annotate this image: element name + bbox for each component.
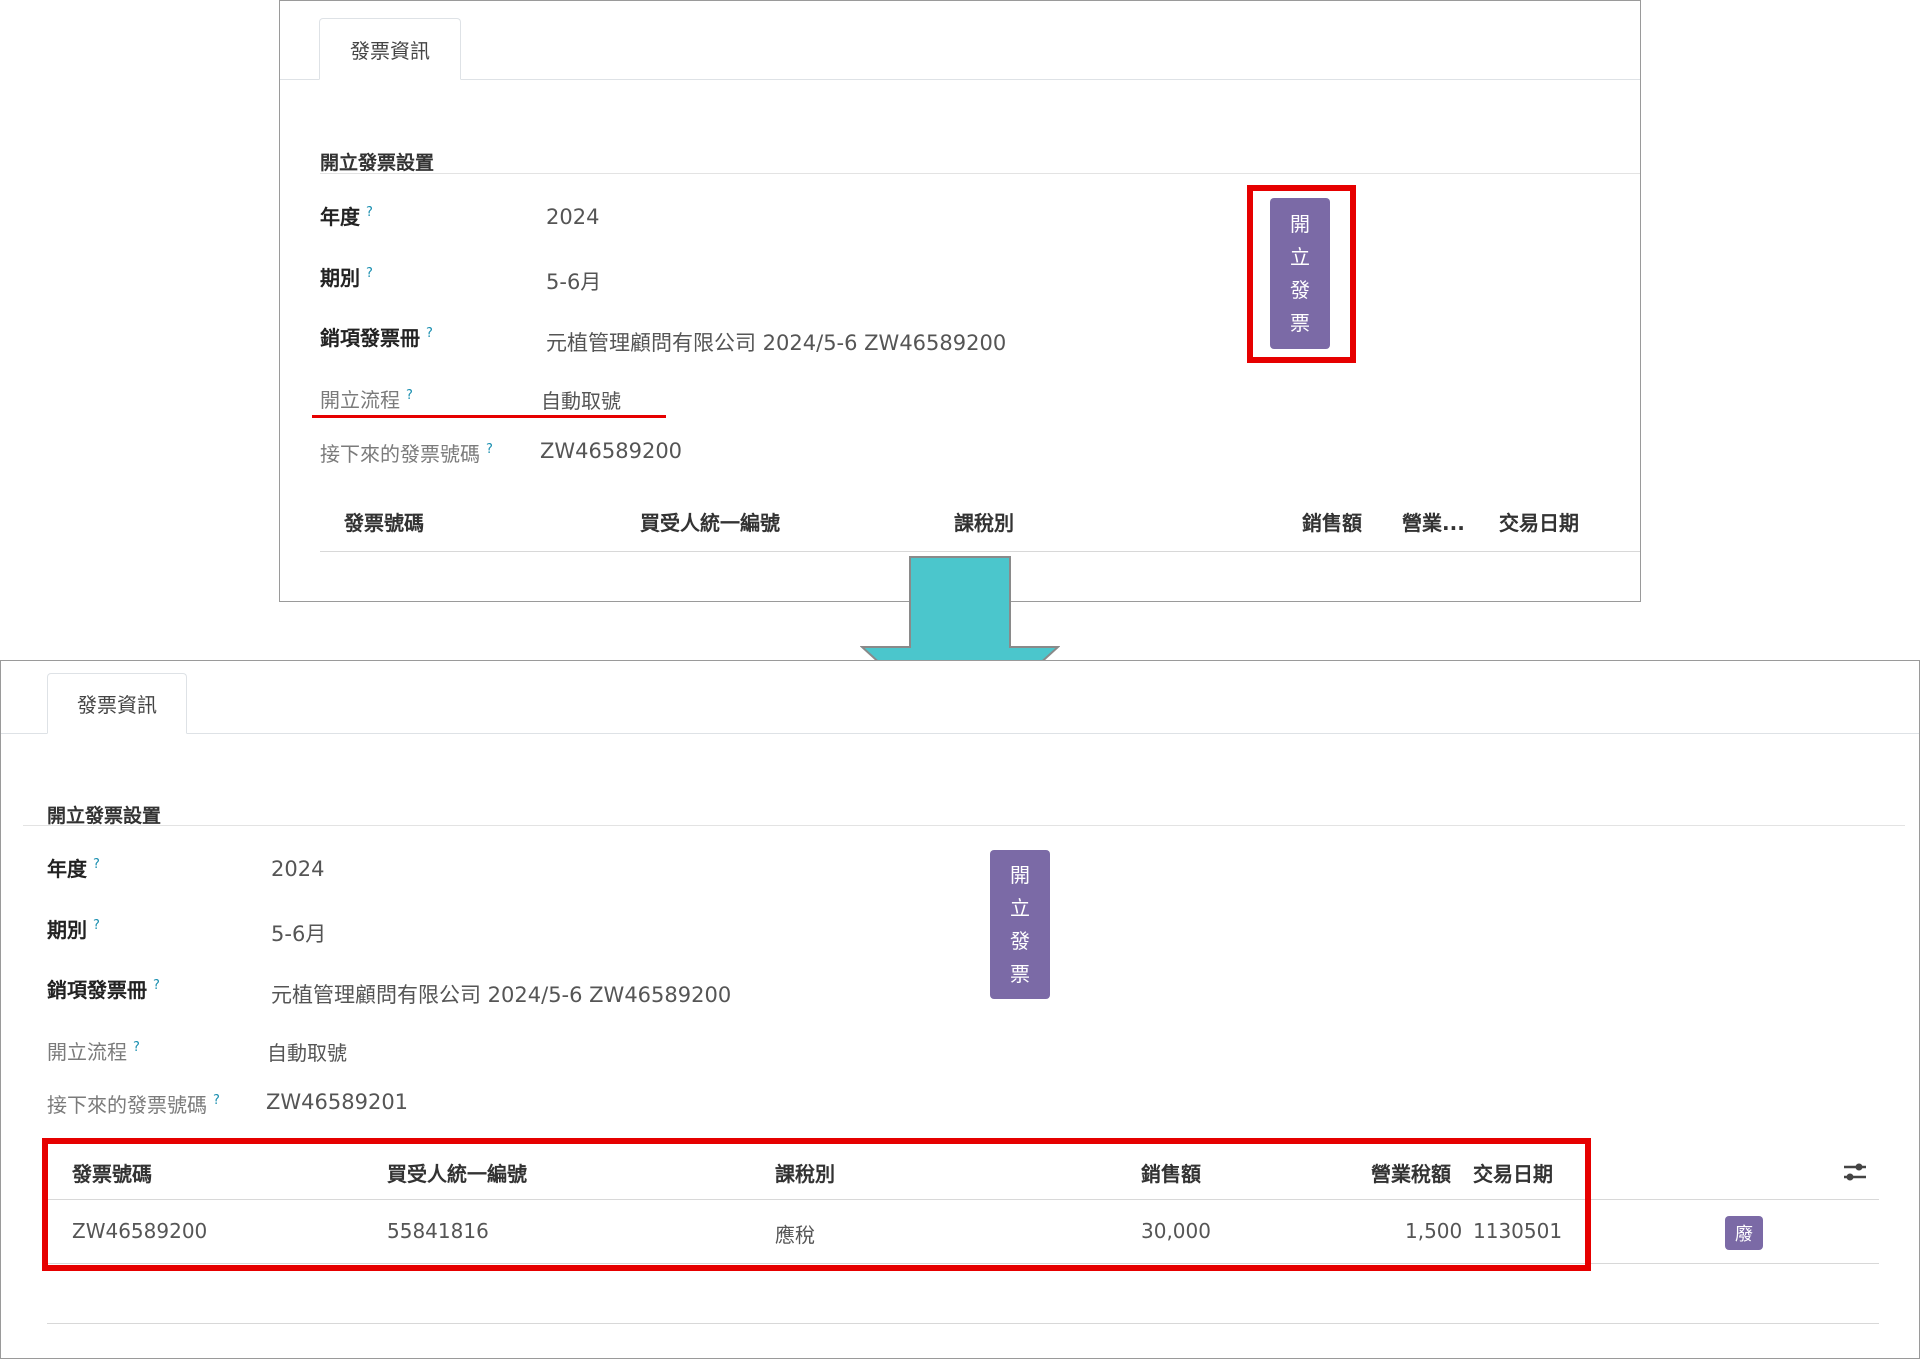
before-flow-label-text: 開立流程 <box>320 388 400 412</box>
before-year-label: 年度? <box>320 201 373 230</box>
after-issue-invoice-button[interactable]: 開 立 發 票 <box>990 850 1050 999</box>
after-issue-button-char-2: 立 <box>1010 895 1030 920</box>
before-book-help-icon[interactable]: ? <box>426 326 433 341</box>
before-flow-label: 開立流程? <box>320 384 413 413</box>
after-next-no-label-text: 接下來的發票號碼 <box>47 1093 207 1117</box>
after-section-title: 開立發票設置 <box>47 805 162 827</box>
before-period-label: 期別? <box>320 262 373 291</box>
before-th-invoice-no[interactable]: 發票號碼 <box>344 507 424 536</box>
after-tab-bar <box>1 661 1919 734</box>
before-next-no-label: 接下來的發票號碼? <box>320 438 493 467</box>
before-section-title: 開立發票設置 <box>320 152 435 174</box>
optional-columns-toggle-icon[interactable] <box>1842 1160 1868 1184</box>
before-tab-invoice-info[interactable]: 發票資訊 <box>319 18 461 80</box>
before-book-label: 銷項發票冊? <box>320 322 433 351</box>
before-next-no-help-icon[interactable]: ? <box>486 442 493 457</box>
before-year-label-text: 年度 <box>320 205 360 229</box>
before-year-help-icon[interactable]: ? <box>366 205 373 220</box>
before-period-help-icon[interactable]: ? <box>366 266 373 281</box>
after-issue-button-char-4: 票 <box>1010 961 1030 986</box>
after-next-no-value: ZW46589201 <box>266 1090 409 1114</box>
after-flow-help-icon[interactable]: ? <box>133 1040 140 1055</box>
after-book-label: 銷項發票冊? <box>47 974 160 1003</box>
after-year-help-icon[interactable]: ? <box>93 857 100 872</box>
after-flow-label-text: 開立流程 <box>47 1040 127 1064</box>
before-section-divider <box>320 173 1640 174</box>
before-flow-help-icon[interactable]: ? <box>406 388 413 403</box>
before-book-label-text: 銷項發票冊 <box>320 326 420 350</box>
before-panel: 發票資訊 開立發票設置 年度? 2024 期別? 5-6月 銷項發票冊? 元植管… <box>279 0 1641 602</box>
after-issue-button-char-3: 發 <box>1010 928 1030 953</box>
before-year-value: 2024 <box>546 205 600 229</box>
before-th-tax-type[interactable]: 課稅別 <box>954 507 1014 536</box>
after-table-footer-divider <box>47 1323 1879 1324</box>
before-flow-value: 自動取號 <box>541 389 621 413</box>
before-period-value: 5-6月 <box>546 270 602 294</box>
after-year-value: 2024 <box>271 857 325 881</box>
before-th-tax[interactable]: 營業... <box>1402 507 1465 536</box>
after-period-help-icon[interactable]: ? <box>93 918 100 933</box>
after-tab-label: 發票資訊 <box>77 693 157 717</box>
after-period-label: 期別? <box>47 914 100 943</box>
after-year-label: 年度? <box>47 853 100 882</box>
before-th-date[interactable]: 交易日期 <box>1499 507 1579 536</box>
after-flow-value: 自動取號 <box>267 1041 347 1065</box>
after-issue-button-char-1: 開 <box>1010 862 1030 887</box>
after-section-divider <box>23 825 1905 826</box>
after-tab-invoice-info[interactable]: 發票資訊 <box>47 673 187 734</box>
after-book-help-icon[interactable]: ? <box>153 978 160 993</box>
after-book-value: 元植管理顧問有限公司 2024/5-6 ZW46589200 <box>271 983 732 1007</box>
after-period-value: 5-6月 <box>271 922 327 946</box>
before-period-label-text: 期別 <box>320 266 360 290</box>
after-period-label-text: 期別 <box>47 918 87 942</box>
after-table-highlight <box>42 1138 1591 1271</box>
before-tab-label: 發票資訊 <box>350 38 430 63</box>
after-book-label-text: 銷項發票冊 <box>47 978 147 1002</box>
after-panel: 發票資訊 開立發票設置 年度? 2024 期別? 5-6月 銷項發票冊? 元植管… <box>0 660 1920 1359</box>
before-next-no-value: ZW46589200 <box>540 439 683 463</box>
before-issue-button-highlight <box>1247 185 1356 363</box>
after-row-void-button[interactable]: 廢 <box>1725 1216 1763 1250</box>
before-next-no-label-text: 接下來的發票號碼 <box>320 442 480 466</box>
after-next-no-help-icon[interactable]: ? <box>213 1093 220 1108</box>
after-year-label-text: 年度 <box>47 857 87 881</box>
before-th-buyer-id[interactable]: 買受人統一編號 <box>640 507 780 536</box>
before-tab-bar <box>280 1 1640 80</box>
before-th-sales[interactable]: 銷售額 <box>1302 507 1362 536</box>
after-next-no-label: 接下來的發票號碼? <box>47 1089 220 1118</box>
after-flow-label: 開立流程? <box>47 1036 140 1065</box>
before-flow-highlight-underline <box>312 415 666 418</box>
before-table-header-divider <box>320 551 1640 552</box>
before-book-value: 元植管理顧問有限公司 2024/5-6 ZW46589200 <box>546 331 1007 355</box>
